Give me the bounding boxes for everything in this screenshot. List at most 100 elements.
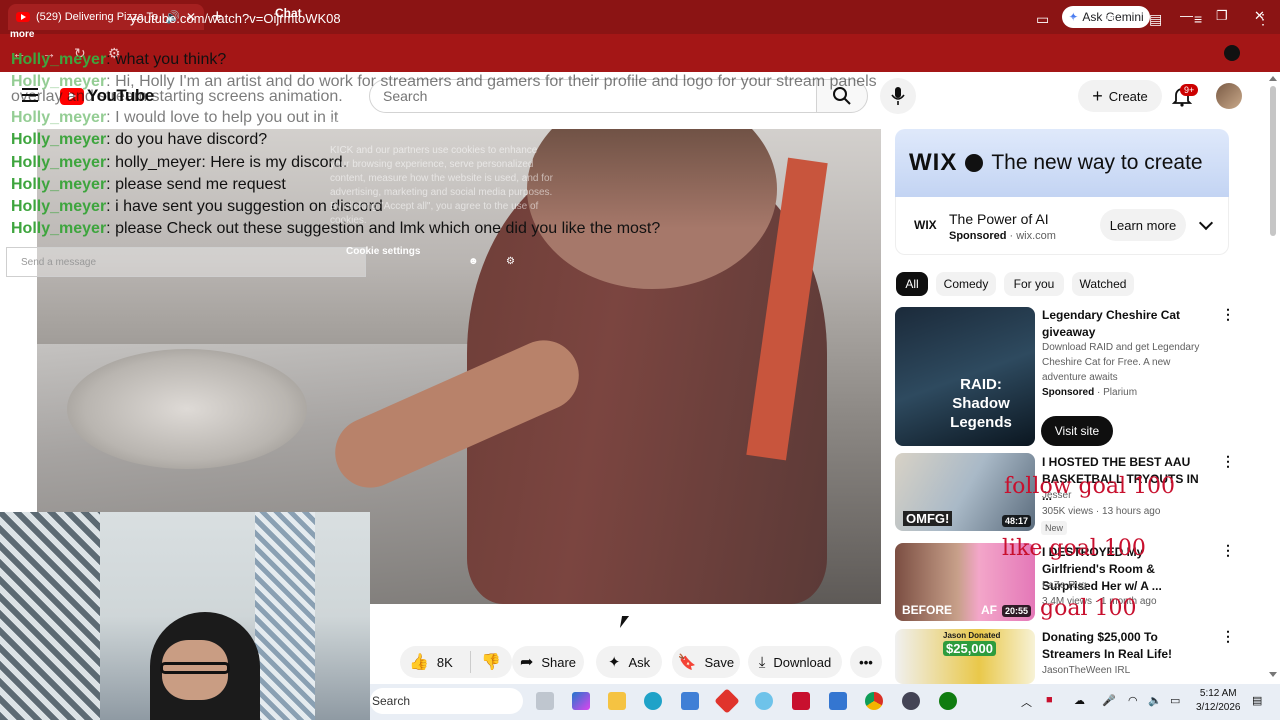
- chip-comedy[interactable]: Comedy: [936, 272, 996, 296]
- edge-icon[interactable]: [644, 692, 662, 710]
- create-label: Create: [1108, 88, 1148, 104]
- tray-app-icon[interactable]: ■: [1046, 694, 1053, 706]
- new-badge: New: [1041, 521, 1068, 535]
- restore-window-icon[interactable]: ❐: [1216, 8, 1228, 24]
- more-label: more: [10, 29, 35, 40]
- download-button[interactable]: ⤓ Download: [748, 646, 842, 678]
- dislike-button[interactable]: 👎: [470, 651, 501, 673]
- video-title[interactable]: Legendary Cheshire Cat giveaway: [1042, 307, 1207, 341]
- copilot-icon[interactable]: [572, 692, 590, 710]
- more-vert-icon[interactable]: ⋮: [1221, 454, 1235, 468]
- download-label: Download: [773, 654, 832, 670]
- ask-button[interactable]: ✦ Ask: [596, 646, 662, 678]
- chip-watched[interactable]: Watched: [1072, 272, 1134, 296]
- account-avatar[interactable]: [1216, 83, 1242, 109]
- sparkle-icon: ✦: [607, 654, 621, 671]
- plus-icon: +: [1092, 85, 1103, 106]
- media-controls-icon[interactable]: ≡: [1194, 11, 1202, 27]
- thumbnail-caption-after: AF: [981, 603, 997, 617]
- bookmark-star-icon[interactable]: ☆: [1064, 11, 1077, 28]
- show-hidden-icons-chevron[interactable]: ︿: [1021, 694, 1032, 710]
- file-explorer-icon[interactable]: [608, 692, 626, 710]
- video-channel[interactable]: FaZe Rug: [1042, 578, 1207, 593]
- share-button[interactable]: ➦ Share: [512, 646, 584, 678]
- clock-time: 5:12 AM: [1199, 688, 1237, 699]
- notification-center-icon[interactable]: ▤: [1252, 694, 1262, 707]
- chat-message: overlay and stream starting screens anim…: [11, 88, 343, 105]
- youtube-favicon-icon: [16, 12, 30, 22]
- ad-title[interactable]: The Power of AI: [949, 211, 1049, 227]
- video-channel[interactable]: JasonTheWeen IRL: [1042, 663, 1207, 678]
- video-description: Download RAID and get Legendary Cheshire…: [1042, 342, 1200, 383]
- learn-more-button[interactable]: Learn more: [1100, 209, 1186, 241]
- more-actions-button[interactable]: •••: [850, 646, 882, 678]
- app-globe-icon[interactable]: [755, 692, 773, 710]
- video-thumbnail[interactable]: Jason Donated $25,000: [895, 629, 1035, 684]
- ad-sponsored-line: Sponsored · wix.com: [949, 230, 1056, 242]
- more-vert-icon[interactable]: ⋮: [1221, 629, 1235, 643]
- goal-overlay: goal 100: [1040, 596, 1137, 621]
- ask-label: Ask: [628, 654, 651, 670]
- chip-for-you[interactable]: For you: [1004, 272, 1064, 296]
- more-vert-icon[interactable]: ⋮: [1221, 307, 1235, 321]
- volume-icon[interactable]: 🔈: [1148, 694, 1162, 707]
- browser-profile-avatar[interactable]: [1224, 45, 1240, 61]
- store-icon[interactable]: [681, 692, 699, 710]
- send-message-input[interactable]: Send a message: [6, 247, 366, 277]
- webcam-glasses: [160, 662, 230, 674]
- emoji-icon[interactable]: ☻: [468, 256, 479, 267]
- save-label: Save: [704, 654, 735, 670]
- ad-banner-tagline: The new way to create: [991, 151, 1203, 174]
- scroll-up-arrow-icon[interactable]: [1269, 76, 1277, 81]
- tray-cloud-icon[interactable]: ☁: [1074, 694, 1085, 707]
- task-view-icon[interactable]: [536, 692, 554, 710]
- wifi-icon[interactable]: ◠: [1128, 694, 1138, 707]
- like-button[interactable]: 👍 8K: [409, 646, 453, 678]
- video-thumbnail[interactable]: RAID: Shadow Legends: [895, 307, 1035, 446]
- taskbar-clock[interactable]: 5:12 AM 3/12/2026: [1196, 687, 1241, 715]
- app-gauge-icon[interactable]: [902, 692, 920, 710]
- cookie-settings-button[interactable]: Cookie settings: [346, 246, 420, 257]
- chat-message: Holly_meyer: holly_meyer: Here is my dis…: [11, 154, 348, 171]
- ad-advertiser-logo: WIX: [914, 218, 937, 232]
- address-bar[interactable]: youtube.com/watch?v=OijrmtoWK08: [130, 11, 341, 26]
- minimize-window-icon[interactable]: —: [1180, 8, 1193, 23]
- chrome-icon[interactable]: [865, 692, 883, 710]
- page-scrollbar-thumb[interactable]: [1270, 86, 1276, 236]
- cast-icon[interactable]: ▭: [1036, 11, 1049, 28]
- webcam-overlay: [0, 512, 370, 720]
- outlook-icon[interactable]: [829, 692, 847, 710]
- chat-settings-gear-icon[interactable]: ⚙: [506, 256, 515, 267]
- tray-mic-icon[interactable]: 🎤: [1102, 694, 1116, 707]
- thumbnail-caption-top: Jason Donated: [943, 631, 1001, 640]
- battery-icon[interactable]: ▭: [1170, 694, 1180, 707]
- extensions-icon[interactable]: ⧉: [1105, 11, 1115, 28]
- clock-date: 3/12/2026: [1196, 702, 1241, 713]
- video-title[interactable]: Donating $25,000 To Streamers In Real Li…: [1042, 629, 1207, 663]
- mcafee-icon[interactable]: [792, 692, 810, 710]
- create-button[interactable]: + Create: [1078, 80, 1162, 112]
- visit-site-button[interactable]: Visit site: [1041, 416, 1113, 446]
- voice-search-button[interactable]: [880, 78, 916, 114]
- like-goal-overlay: like goal 100: [1002, 536, 1146, 561]
- chip-all[interactable]: All: [896, 272, 928, 296]
- thumbnail-caption: OMFG!: [903, 511, 953, 526]
- notification-count-badge: 9+: [1180, 84, 1199, 96]
- save-button[interactable]: 🔖 Save: [672, 646, 740, 678]
- xbox-icon[interactable]: [939, 692, 957, 710]
- ad-banner-dot-icon: [965, 154, 984, 172]
- more-vert-icon[interactable]: ⋮: [1221, 543, 1235, 557]
- webcam-curtain-right: [255, 512, 315, 720]
- sidebar-icon[interactable]: ▤: [1149, 11, 1162, 28]
- ad-banner[interactable]: WIX The new way to create: [895, 129, 1229, 197]
- cookie-notice-header: This can be switched off any time: reset: [330, 118, 488, 128]
- browser-menu-icon[interactable]: ⋮: [1256, 11, 1270, 28]
- bookmark-icon: 🔖: [677, 654, 697, 671]
- follow-goal-overlay: follow goal 100: [1004, 474, 1175, 499]
- taskbar-search[interactable]: Search: [370, 688, 523, 714]
- like-count: 8K: [436, 654, 453, 670]
- share-label: Share: [541, 654, 577, 670]
- scroll-down-arrow-icon[interactable]: [1269, 672, 1277, 677]
- cookie-consent-text: KICK and our partners use cookies to enh…: [330, 145, 553, 226]
- microphone-icon: [891, 87, 905, 105]
